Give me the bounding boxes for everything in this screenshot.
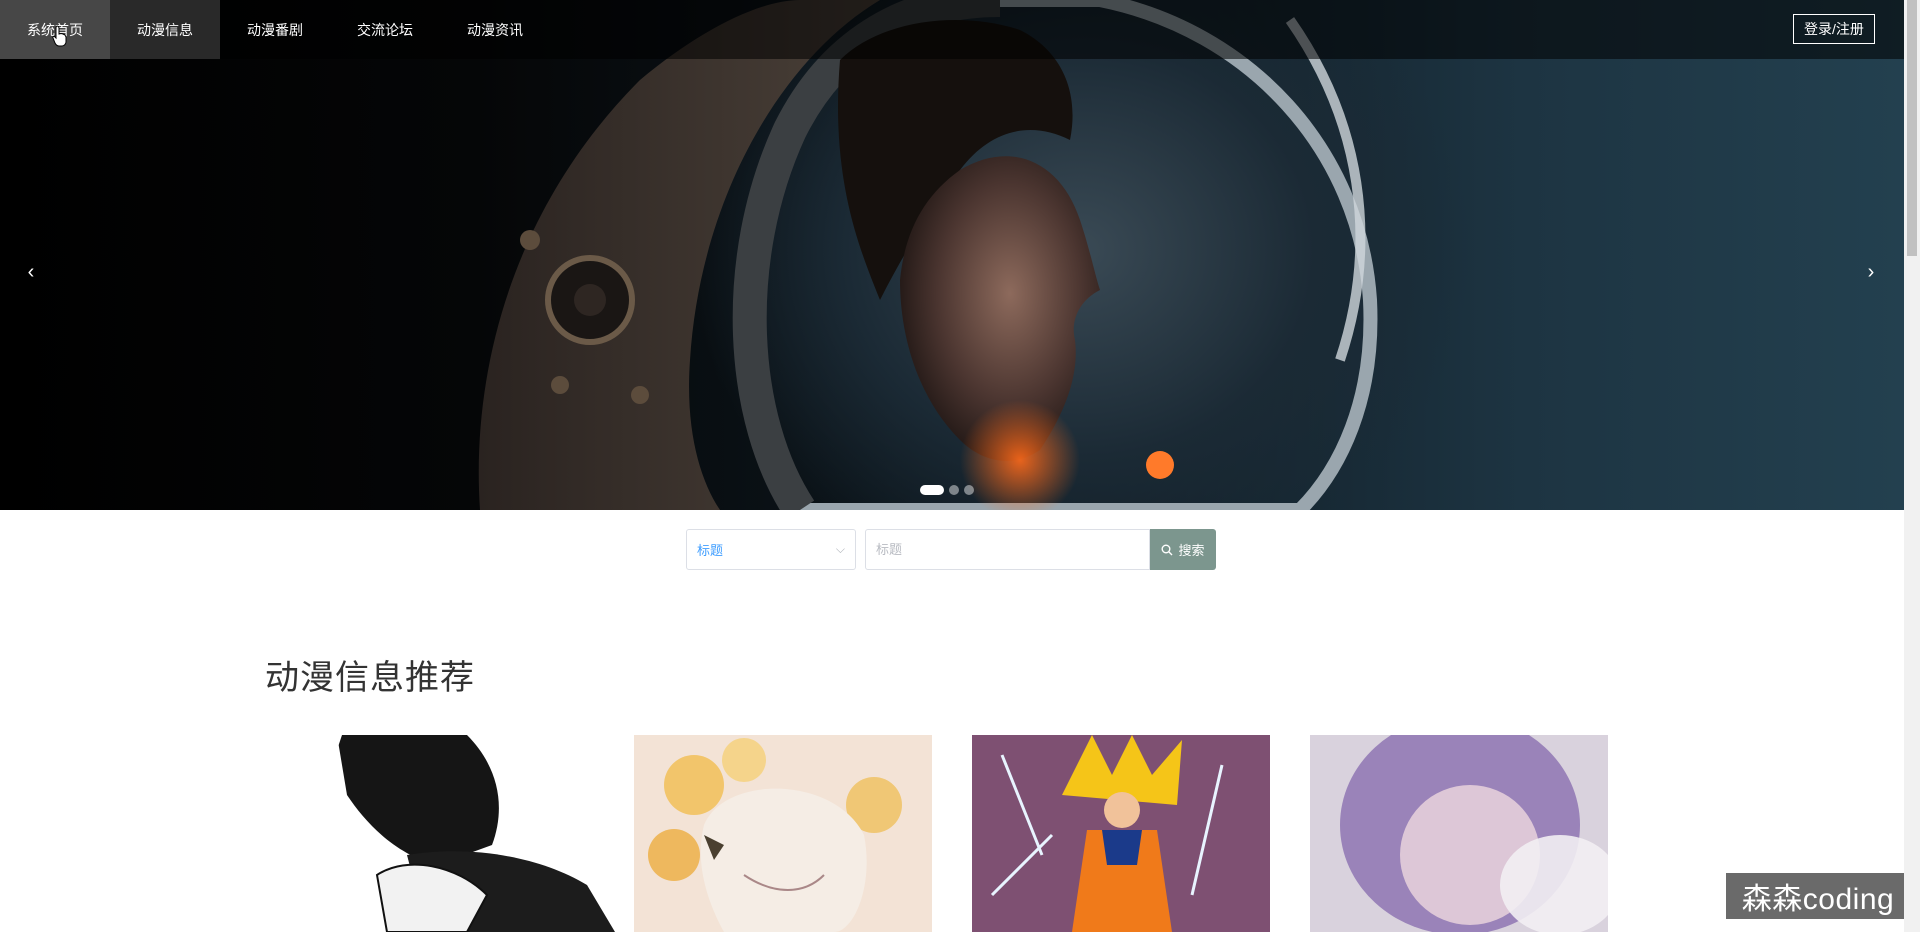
carousel-indicators	[920, 485, 974, 495]
top-nav: 系统首页 动漫信息 动漫番剧 交流论坛 动漫资讯 登录/注册	[0, 0, 1904, 59]
search-button-label: 搜索	[1178, 543, 1205, 558]
anime-card-1[interactable]	[317, 735, 615, 932]
anime-card-2[interactable]	[634, 735, 932, 932]
hand-cursor-icon	[52, 25, 67, 47]
nav-item-anime-series[interactable]: 动漫番剧	[220, 0, 330, 59]
search-input[interactable]	[865, 529, 1150, 570]
search-bar: 标题 ⌵ 搜索	[686, 529, 1216, 570]
page: ‹ › 系统首页 动漫信息 动漫番剧 交流论坛 动漫资讯 登录/注册 标题 ⌵	[0, 0, 1920, 932]
nav-item-anime-info[interactable]: 动漫信息	[110, 0, 220, 59]
anime-card-image	[317, 735, 615, 932]
search-field-select-value: 标题	[697, 543, 724, 558]
astronaut-image	[478, 0, 1378, 510]
carousel-dot-2[interactable]	[949, 485, 959, 495]
anime-card-image	[634, 735, 932, 932]
search-field-select[interactable]: 标题 ⌵	[686, 529, 856, 570]
anime-card-3[interactable]	[972, 735, 1270, 932]
hero-carousel[interactable]: ‹ ›	[0, 0, 1904, 510]
carousel-prev-icon[interactable]: ‹	[19, 260, 43, 284]
anime-card-4[interactable]	[1310, 735, 1608, 932]
search-button[interactable]: 搜索	[1150, 529, 1216, 570]
carousel-dot-1[interactable]	[920, 485, 944, 495]
section-title: 动漫信息推荐	[265, 659, 475, 697]
watermark: 森森coding	[1726, 873, 1910, 919]
chevron-down-icon: ⌵	[835, 542, 845, 556]
login-register-button[interactable]: 登录/注册	[1793, 14, 1875, 44]
search-icon	[1161, 544, 1173, 555]
anime-card-image	[1310, 735, 1608, 932]
anime-card-image	[972, 735, 1270, 932]
nav-item-forum[interactable]: 交流论坛	[330, 0, 440, 59]
scrollbar-thumb[interactable]	[1907, 0, 1917, 256]
page-scrollbar[interactable]	[1904, 0, 1920, 932]
carousel-next-icon[interactable]: ›	[1859, 260, 1883, 284]
carousel-dot-3[interactable]	[964, 485, 974, 495]
nav-item-anime-news[interactable]: 动漫资讯	[440, 0, 550, 59]
